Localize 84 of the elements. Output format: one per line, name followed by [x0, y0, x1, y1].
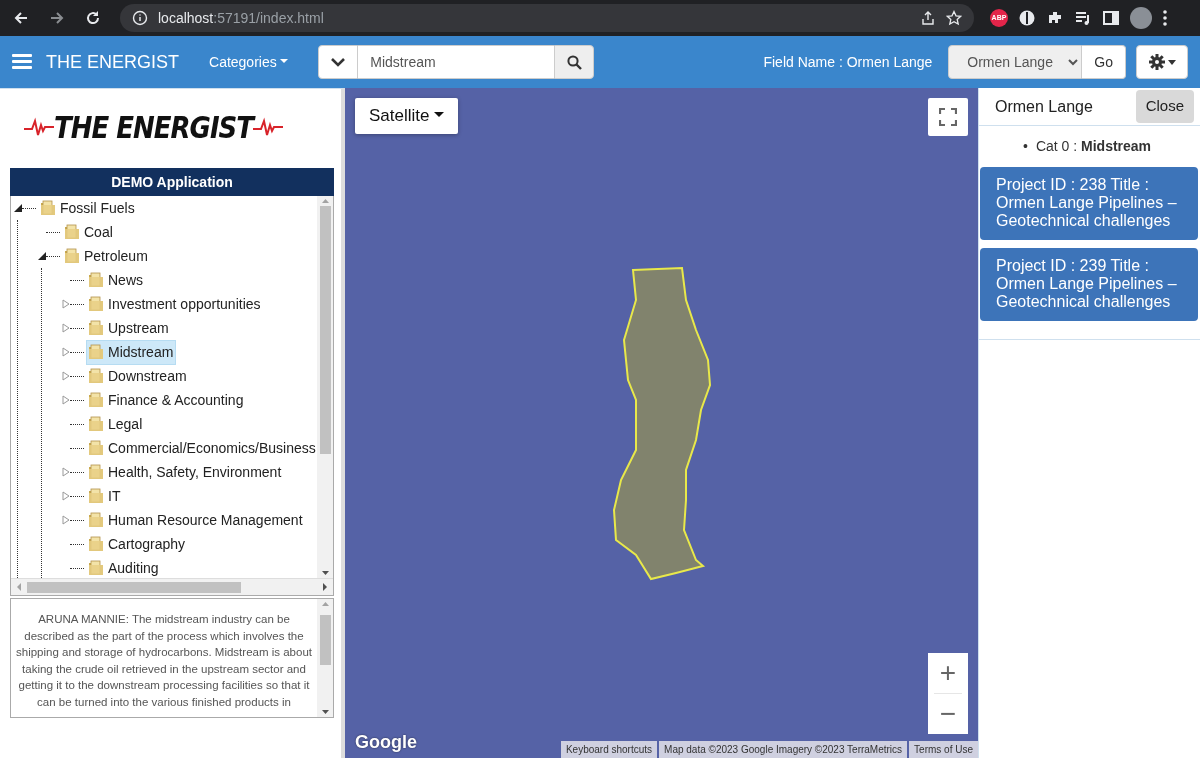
tree-item[interactable]: Coal	[62, 219, 116, 245]
search-icon[interactable]	[566, 54, 582, 70]
folder-icon	[88, 272, 104, 288]
field-name-label: Field Name : Ormen Lange	[763, 52, 933, 72]
gear-icon[interactable]	[1148, 54, 1165, 70]
folder-icon	[88, 512, 104, 528]
folder-icon	[40, 200, 56, 216]
star-icon[interactable]	[946, 10, 962, 26]
tree-item[interactable]: Human Resource Management	[86, 507, 306, 533]
folder-icon	[64, 224, 80, 240]
settings-button[interactable]	[1136, 45, 1188, 79]
field-select[interactable]: Ormen Lange	[948, 45, 1083, 79]
fullscreen-icon[interactable]	[939, 108, 957, 126]
vertical-scrollbar[interactable]	[317, 196, 333, 578]
folder-icon	[88, 440, 104, 456]
caret-icon[interactable]	[1167, 59, 1176, 65]
tree-item[interactable]: Cartography	[86, 531, 189, 557]
attribution-link[interactable]: Map data ©2023 Google Imagery ©2023 TerraMetrics	[659, 741, 908, 758]
expanded-arrow-icon[interactable]	[14, 204, 22, 212]
folder-icon	[64, 248, 80, 264]
project-card[interactable]: Project ID : 239 Title : Ormen Lange Pipelines – Geotechnical challenges	[980, 248, 1198, 321]
expanded-arrow-icon[interactable]	[38, 252, 46, 260]
tree-item[interactable]: Finance & Accounting	[86, 387, 247, 413]
dropdown-button[interactable]	[318, 45, 359, 79]
scroll-down-arrow-icon[interactable]	[320, 707, 330, 717]
attribution-link[interactable]: Terms of Use	[909, 741, 978, 758]
info-icon[interactable]	[132, 10, 148, 26]
tree-item[interactable]: Auditing	[86, 555, 162, 578]
menu-icon[interactable]	[1162, 9, 1168, 27]
bullet: •	[1023, 137, 1028, 156]
folder-icon	[88, 464, 104, 480]
map-type-button[interactable]: Satellite	[355, 98, 458, 134]
back-arrow-icon[interactable]	[13, 10, 29, 26]
search-field[interactable]: Midstream	[358, 45, 555, 79]
tree-item[interactable]: IT	[86, 483, 124, 509]
tree-item[interactable]: Health, Safety, Environment	[86, 459, 285, 485]
avatar[interactable]	[1130, 7, 1152, 29]
tree-item[interactable]: Upstream	[86, 315, 172, 341]
fullscreen-button[interactable]	[928, 98, 968, 136]
panel-title: Ormen Lange	[995, 96, 1093, 117]
side-panel-icon[interactable]	[1102, 9, 1120, 27]
folder-icon	[88, 320, 104, 336]
tree-item[interactable]: Commercial/Economics/Business	[86, 435, 317, 461]
field-outline[interactable]	[613, 266, 711, 581]
folder-icon	[88, 368, 104, 384]
project-card[interactable]: Project ID : 238 Title : Ormen Lange Pipelines – Geotechnical challenges	[980, 167, 1198, 240]
folder-icon	[88, 392, 104, 408]
vertical-scrollbar[interactable]	[317, 599, 333, 717]
description-text: ARUNA MANNIE: The midstream industry can be described as the part of the process which involves the shipping and storage of hydrocarbons. Midstream is about taking the crude oil retrieved in the upstream sector and getting it to the downstream processing facilities so that it can be turned into the various finished products in	[15, 612, 313, 710]
tree-item[interactable]: News	[86, 267, 146, 293]
forward-arrow-icon[interactable]	[49, 10, 65, 26]
share-icon[interactable]	[920, 10, 936, 26]
reload-icon[interactable]	[85, 10, 101, 26]
chevron-down-icon[interactable]	[331, 57, 346, 67]
close-button[interactable]: Close	[1135, 90, 1194, 123]
folder-icon	[88, 416, 104, 432]
tree-item[interactable]: Petroleum	[62, 243, 151, 269]
folder-icon	[88, 488, 104, 504]
scroll-right-arrow-icon[interactable]	[321, 582, 329, 592]
extension-icon[interactable]	[1018, 9, 1036, 27]
brand-title: THE ENERGIST	[46, 50, 179, 74]
address-bar[interactable]: localhost:57191/index.html	[120, 4, 974, 32]
map-logo: Google	[355, 731, 417, 754]
tree-item[interactable]: Downstream	[86, 363, 190, 389]
category-item: Cat 0 : Midstream	[1035, 137, 1152, 156]
horizontal-scrollbar[interactable]	[11, 578, 333, 595]
folder-icon	[88, 344, 104, 360]
tree-item[interactable]: Midstream	[86, 339, 177, 365]
folder-icon	[88, 296, 104, 312]
attribution-link[interactable]: Keyboard shortcuts	[560, 741, 658, 758]
panel-header: DEMO Application	[10, 168, 334, 196]
tree-item[interactable]: Fossil Fuels	[38, 196, 138, 221]
categories-menu[interactable]: Categories	[209, 51, 289, 73]
media-icon[interactable]	[1074, 9, 1092, 27]
go-button[interactable]: Go	[1082, 45, 1126, 79]
folder-icon	[88, 536, 104, 552]
search-button[interactable]	[554, 45, 595, 79]
folder-icon	[88, 560, 104, 576]
satellite-map[interactable]: Satellite + − Google Keyboard shortcuts Map data ©2023 Google Imagery ©2023 TerraMetrics Terms of Use	[345, 88, 978, 758]
tree-item[interactable]: Investment opportunities	[86, 291, 264, 317]
url-text: localhost:57191/index.html	[158, 8, 324, 28]
scroll-down-arrow-icon[interactable]	[320, 568, 330, 578]
logo: THE ENERGIST	[24, 109, 284, 148]
tree-item[interactable]: Legal	[86, 411, 146, 437]
